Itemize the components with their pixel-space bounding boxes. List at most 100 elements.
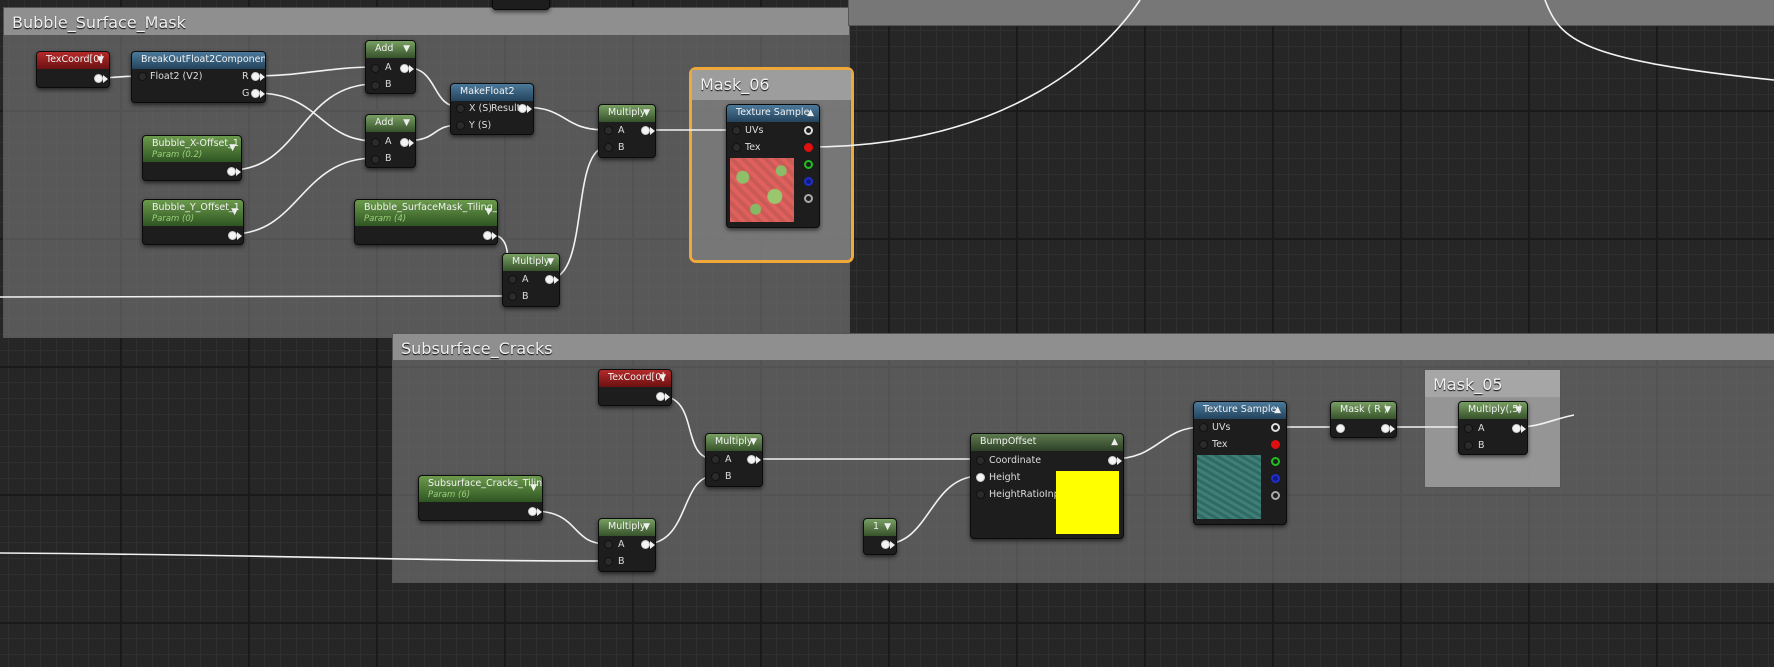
collapse-arrow-icon[interactable]: ▲	[1274, 405, 1281, 415]
output-pin[interactable]	[545, 275, 554, 284]
output-pin-rgb[interactable]	[1271, 423, 1280, 432]
input-pin-a[interactable]	[371, 138, 380, 147]
output-pin-g[interactable]	[804, 160, 813, 169]
output-pin-a[interactable]	[1271, 491, 1280, 500]
node-param-y-offset[interactable]: Bubble_Y_Offset_1 Param (0) ▼	[142, 199, 244, 245]
output-pin[interactable]	[656, 392, 665, 401]
node-makefloat2[interactable]: MakeFloat2 X (S) Result Y (S)	[450, 83, 534, 135]
collapse-arrow-icon[interactable]: ▼	[643, 108, 650, 118]
output-pin-r[interactable]	[251, 72, 260, 81]
collapse-arrow-icon[interactable]: ▼	[231, 207, 238, 217]
node-multiply-5[interactable]: Multiply(,5) ▼ A B	[1458, 401, 1528, 455]
input-pin-x[interactable]	[456, 104, 465, 113]
output-pin[interactable]	[641, 540, 650, 549]
output-pin-a[interactable]	[804, 194, 813, 203]
collapse-arrow-icon[interactable]: ▲	[1111, 437, 1118, 447]
collapse-arrow-icon[interactable]: ▼	[530, 483, 537, 493]
node-header: Multiply ▼	[599, 519, 655, 536]
input-pin[interactable]	[138, 72, 147, 81]
output-pin[interactable]	[94, 74, 103, 83]
output-pin-b[interactable]	[1271, 474, 1280, 483]
input-pin-tex[interactable]	[1199, 440, 1208, 449]
collapse-arrow-icon[interactable]: ▼	[1515, 405, 1522, 415]
input-pin-b[interactable]	[711, 472, 720, 481]
output-pin[interactable]	[641, 126, 650, 135]
node-breakout-float2[interactable]: BreakOutFloat2Components Float2 (V2) R G	[131, 51, 266, 103]
output-pin[interactable]	[483, 231, 492, 240]
collapse-arrow-icon[interactable]: ▼	[659, 373, 666, 383]
input-pin-b[interactable]	[604, 557, 613, 566]
input-pin-a[interactable]	[711, 455, 720, 464]
output-pin[interactable]	[881, 540, 890, 549]
output-pin[interactable]	[747, 455, 756, 464]
input-pin-uvs[interactable]	[732, 126, 741, 135]
input-pin-b[interactable]	[508, 292, 517, 301]
output-pin-r[interactable]	[804, 143, 813, 152]
node-multiply-uv[interactable]: Multiply ▼ A B	[598, 104, 656, 158]
collapse-arrow-icon[interactable]: ▼	[403, 44, 410, 54]
collapse-arrow-icon[interactable]: ▼	[547, 257, 554, 267]
node-constant-1[interactable]: 1 ▼	[863, 518, 897, 555]
collapse-arrow-icon[interactable]: ▼	[643, 522, 650, 532]
input-pin-b[interactable]	[371, 155, 380, 164]
collapse-arrow-icon[interactable]: ▼	[1384, 405, 1391, 415]
output-pin[interactable]	[1108, 456, 1117, 465]
output-pin-rgb[interactable]	[804, 126, 813, 135]
node-add-2[interactable]: Add ▼ A B	[365, 114, 416, 168]
collapse-arrow-icon[interactable]: ▼	[97, 55, 104, 65]
collapse-arrow-icon[interactable]: ▼	[403, 118, 410, 128]
node-title: Bubble_Y_Offset_1	[152, 202, 240, 213]
node-header: BreakOutFloat2Components	[132, 52, 265, 69]
collapse-arrow-icon[interactable]: ▼	[750, 437, 757, 447]
input-pin-a[interactable]	[371, 64, 380, 73]
collapse-arrow-icon[interactable]: ▼	[884, 522, 891, 532]
pin-label: A	[618, 125, 625, 136]
pin-label: A	[385, 136, 392, 147]
node-texcoord-2[interactable]: TexCoord[0] ▼	[598, 369, 672, 406]
node-add-1[interactable]: Add ▼ A B	[365, 40, 416, 94]
input-pin-a[interactable]	[604, 126, 613, 135]
node-param-cracks-tiling[interactable]: Subsurface_Cracks_Tiling Param (6) ▼	[418, 475, 543, 521]
output-pin-r[interactable]	[1271, 440, 1280, 449]
node-mask-r[interactable]: Mask ( R ) ▼	[1330, 401, 1397, 438]
node-texcoord-1[interactable]: TexCoord[0] ▼	[36, 51, 110, 88]
node-multiply-cracks-uv[interactable]: Multiply ▼ A B	[705, 433, 763, 487]
partial-node-top[interactable]	[492, 0, 550, 10]
input-pin-coordinate[interactable]	[976, 456, 985, 465]
input-pin-height[interactable]	[976, 473, 985, 482]
input-pin-y[interactable]	[456, 121, 465, 130]
node-header: TexCoord[0] ▼	[599, 370, 671, 387]
input-pin-tex[interactable]	[732, 143, 741, 152]
output-pin[interactable]	[227, 167, 236, 176]
node-param-x-offset[interactable]: Bubble_X-Offset_1 Param (0.2) ▼	[142, 135, 242, 181]
input-pin-heightratio[interactable]	[976, 490, 985, 499]
input-pin-uvs[interactable]	[1199, 423, 1208, 432]
collapse-arrow-icon[interactable]: ▼	[485, 207, 492, 217]
output-pin[interactable]	[400, 138, 409, 147]
output-pin-b[interactable]	[804, 177, 813, 186]
collapse-arrow-icon[interactable]: ▼	[229, 143, 236, 153]
output-pin-g[interactable]	[251, 89, 260, 98]
node-multiply-cracks-tiling[interactable]: Multiply ▼ A B	[598, 518, 656, 572]
input-pin[interactable]	[1336, 424, 1345, 433]
node-multiply-tiling[interactable]: Multiply ▼ A B	[502, 253, 560, 307]
node-texture-sample-1[interactable]: Texture Sample ▲ UVs Tex	[726, 104, 820, 228]
input-pin-a[interactable]	[604, 540, 613, 549]
output-pin[interactable]	[400, 64, 409, 73]
output-pin-g[interactable]	[1271, 457, 1280, 466]
node-param-surfacemask-tiling[interactable]: Bubble_SurfaceMask_Tiling_03 Param (4) ▼	[354, 199, 498, 245]
output-pin[interactable]	[1381, 424, 1390, 433]
collapse-arrow-icon[interactable]: ▲	[807, 108, 814, 118]
input-pin-b[interactable]	[1464, 441, 1473, 450]
input-pin-b[interactable]	[604, 143, 613, 152]
wire	[532, 510, 608, 545]
input-pin-a[interactable]	[508, 275, 517, 284]
output-pin[interactable]	[1512, 424, 1521, 433]
input-pin-b[interactable]	[371, 81, 380, 90]
node-bump-offset[interactable]: BumpOffset ▲ Coordinate Height HeightRati…	[970, 433, 1124, 539]
output-pin[interactable]	[228, 231, 237, 240]
node-texture-sample-2[interactable]: Texture Sample ▲ UVs Tex	[1193, 401, 1287, 525]
input-pin-a[interactable]	[1464, 424, 1473, 433]
output-pin[interactable]	[528, 507, 537, 516]
output-pin[interactable]	[518, 104, 527, 113]
